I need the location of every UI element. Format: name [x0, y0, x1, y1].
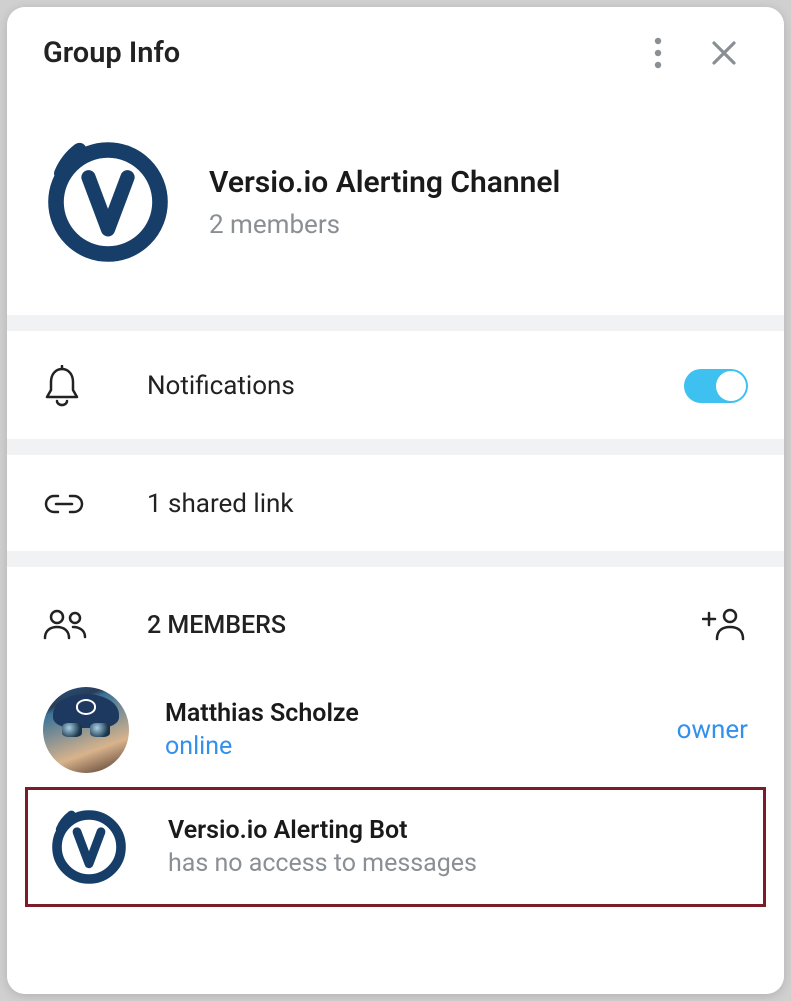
member-row[interactable]: Versio.io Alerting Bot has no access to … [28, 790, 763, 904]
notifications-row[interactable]: Notifications [7, 331, 784, 439]
member-name: Versio.io Alerting Bot [168, 816, 745, 845]
modal-title: Group Info [43, 36, 634, 70]
members-header: 2 MEMBERS [7, 567, 784, 661]
member-role: owner [677, 715, 748, 745]
member-avatar [46, 804, 132, 890]
modal-header: Group Info [7, 7, 784, 97]
header-section: Group Info Versio.io Alerting Channel 2 … [7, 7, 784, 315]
member-name: Matthias Scholze [165, 699, 677, 728]
close-button[interactable] [700, 29, 748, 77]
group-info-modal: Group Info Versio.io Alerting Channel 2 … [7, 7, 784, 994]
group-member-count: 2 members [209, 210, 560, 240]
notifications-toggle[interactable] [684, 369, 748, 403]
shared-links-row[interactable]: 1 shared link [7, 455, 784, 551]
group-name: Versio.io Alerting Channel [209, 165, 560, 200]
member-avatar [43, 687, 129, 773]
member-status: has no access to messages [168, 849, 745, 878]
highlighted-member: Versio.io Alerting Bot has no access to … [25, 787, 766, 907]
close-icon [711, 40, 737, 66]
toggle-knob [716, 371, 746, 401]
members-section: 2 MEMBERS Matthias Scholze online owner [7, 567, 784, 994]
member-status: online [165, 732, 677, 761]
kebab-menu-icon [654, 37, 662, 69]
members-title: 2 MEMBERS [99, 611, 700, 640]
member-info: Versio.io Alerting Bot has no access to … [132, 816, 745, 878]
group-title-block: Versio.io Alerting Channel 2 members [209, 165, 560, 240]
link-icon [43, 492, 99, 516]
member-row[interactable]: Matthias Scholze online owner [7, 673, 784, 787]
bell-icon [43, 365, 99, 407]
more-options-button[interactable] [634, 29, 682, 77]
group-avatar[interactable] [43, 137, 173, 267]
add-member-button[interactable] [700, 601, 748, 649]
members-icon [43, 608, 99, 642]
shared-links-label: 1 shared link [99, 489, 748, 519]
member-info: Matthias Scholze online [129, 699, 677, 761]
add-user-icon [702, 607, 746, 643]
group-summary: Versio.io Alerting Channel 2 members [7, 97, 784, 315]
notifications-label: Notifications [99, 371, 684, 401]
